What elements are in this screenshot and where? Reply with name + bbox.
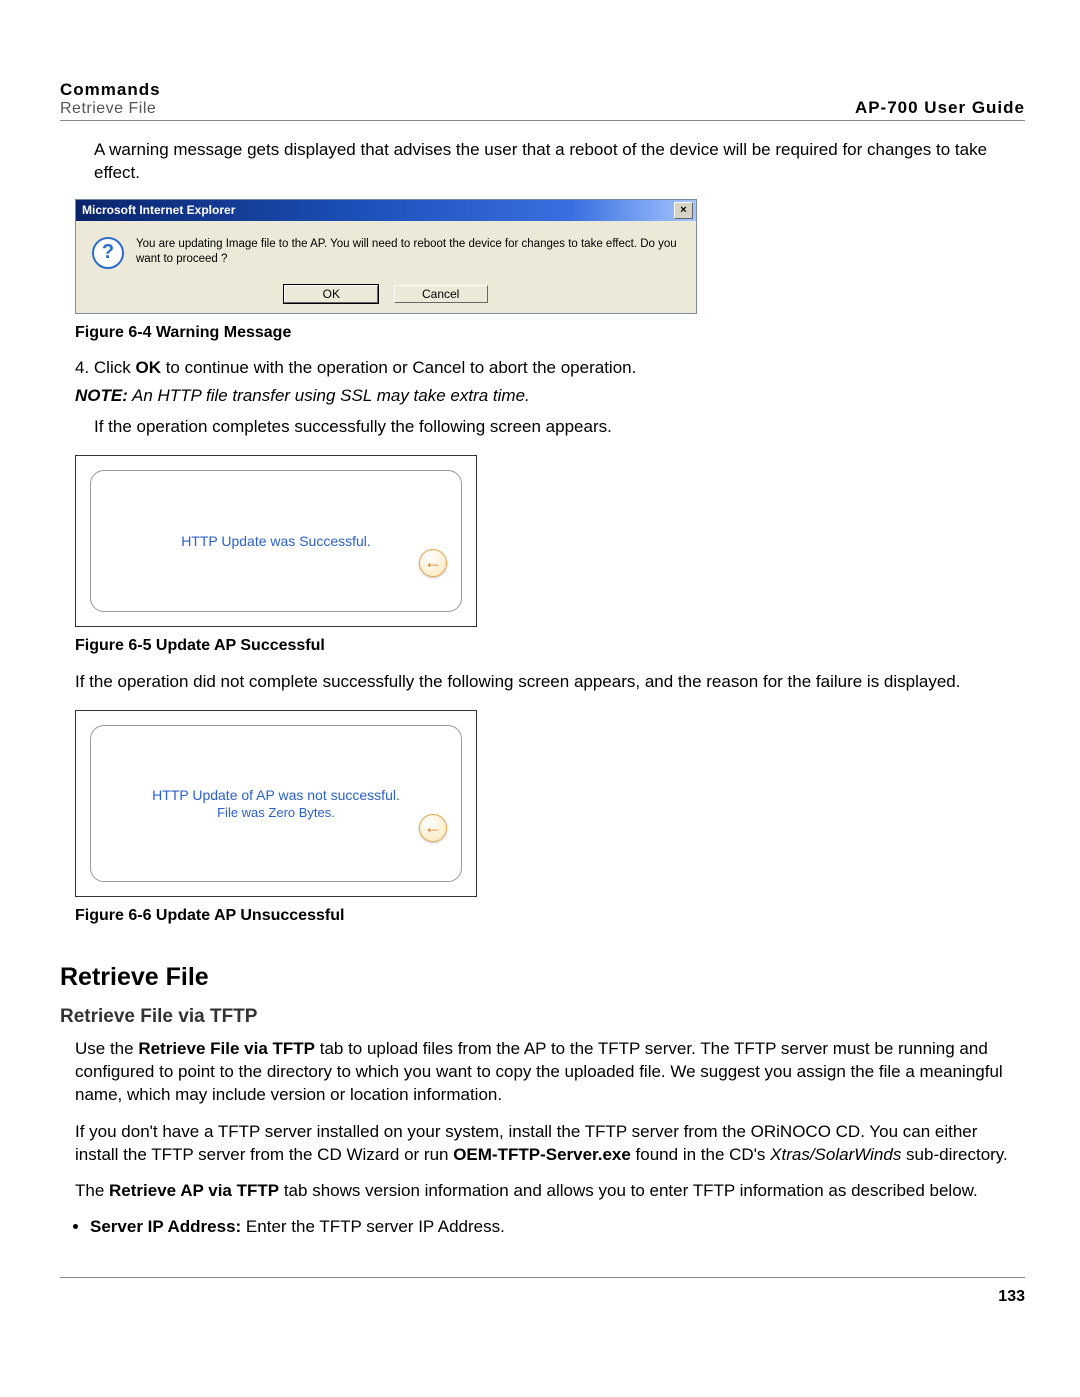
step-4-bold: OK [135,358,161,377]
fail-intro: If the operation did not complete succes… [75,671,1025,694]
question-icon: ? [92,237,124,269]
p2-mid: found in the CD's [631,1145,770,1164]
figure-6-6-caption: Figure 6-6 Update AP Unsuccessful [75,907,1025,925]
header-subsection: Retrieve File [60,100,161,118]
bullet-list: Server IP Address: Enter the TFTP server… [90,1217,1025,1237]
dialog-titlebar: Microsoft Internet Explorer × [76,200,696,221]
subsection-heading: Retrieve File via TFTP [60,1006,1025,1028]
section-heading: Retrieve File [60,963,1025,992]
ok-button[interactable]: OK [284,285,378,303]
dialog-message: You are updating Image file to the AP. Y… [136,233,686,267]
warning-dialog: Microsoft Internet Explorer × ? You are … [75,199,697,314]
p1-bold: Retrieve File via TFTP [138,1039,315,1058]
step-4: 4. Click OK to continue with the operati… [75,358,1025,378]
bullet-server-ip: Server IP Address: Enter the TFTP server… [90,1217,1025,1237]
note-line: NOTE: An HTTP file transfer using SSL ma… [75,386,1025,406]
p1-pre: Use the [75,1039,138,1058]
dialog-title: Microsoft Internet Explorer [82,203,235,217]
p3-post: tab shows version information and allows… [279,1181,978,1200]
p2-bold: OEM-TFTP-Server.exe [453,1145,631,1164]
header-left: Commands Retrieve File [60,80,161,118]
figure-6-5-caption: Figure 6-5 Update AP Successful [75,637,1025,655]
note-label: NOTE: [75,386,128,405]
p3-pre: The [75,1181,109,1200]
fail-box: HTTP Update of AP was not successful. Fi… [75,710,477,897]
back-arrow-icon[interactable]: ← [419,814,447,842]
cancel-button[interactable]: Cancel [394,285,488,303]
p2-post: sub-directory. [901,1145,1007,1164]
dialog-body: ? You are updating Image file to the AP.… [76,221,696,313]
close-icon[interactable]: × [674,202,693,219]
success-intro: If the operation completes successfully … [94,416,1005,439]
back-arrow-icon[interactable]: ← [419,549,447,577]
success-message: HTTP Update was Successful. [181,533,371,549]
note-text: An HTTP file transfer using SSL may take… [128,386,530,405]
p3-bold: Retrieve AP via TFTP [109,1181,279,1200]
figure-6-4-caption: Figure 6-4 Warning Message [75,324,1025,342]
tftp-para-3: The Retrieve AP via TFTP tab shows versi… [75,1180,1025,1203]
bullet1-bold: Server IP Address: [90,1217,241,1236]
success-box: HTTP Update was Successful. ← [75,455,477,627]
tftp-para-2: If you don't have a TFTP server installe… [75,1121,1025,1167]
step-4-post: to continue with the operation or Cancel… [161,358,636,377]
header-guide-title: AP-700 User Guide [855,98,1025,118]
intro-paragraph: A warning message gets displayed that ad… [94,139,1005,185]
tftp-para-1: Use the Retrieve File via TFTP tab to up… [75,1038,1025,1107]
page-number: 133 [60,1277,1025,1306]
fail-message-2: File was Zero Bytes. [217,805,335,820]
p2-ital: Xtras/SolarWinds [770,1145,901,1164]
header-section: Commands [60,80,161,100]
bullet1-post: Enter the TFTP server IP Address. [241,1217,505,1236]
step-4-pre: 4. Click [75,358,135,377]
fail-message-1: HTTP Update of AP was not successful. [152,787,400,803]
page-header: Commands Retrieve File AP-700 User Guide [60,80,1025,121]
